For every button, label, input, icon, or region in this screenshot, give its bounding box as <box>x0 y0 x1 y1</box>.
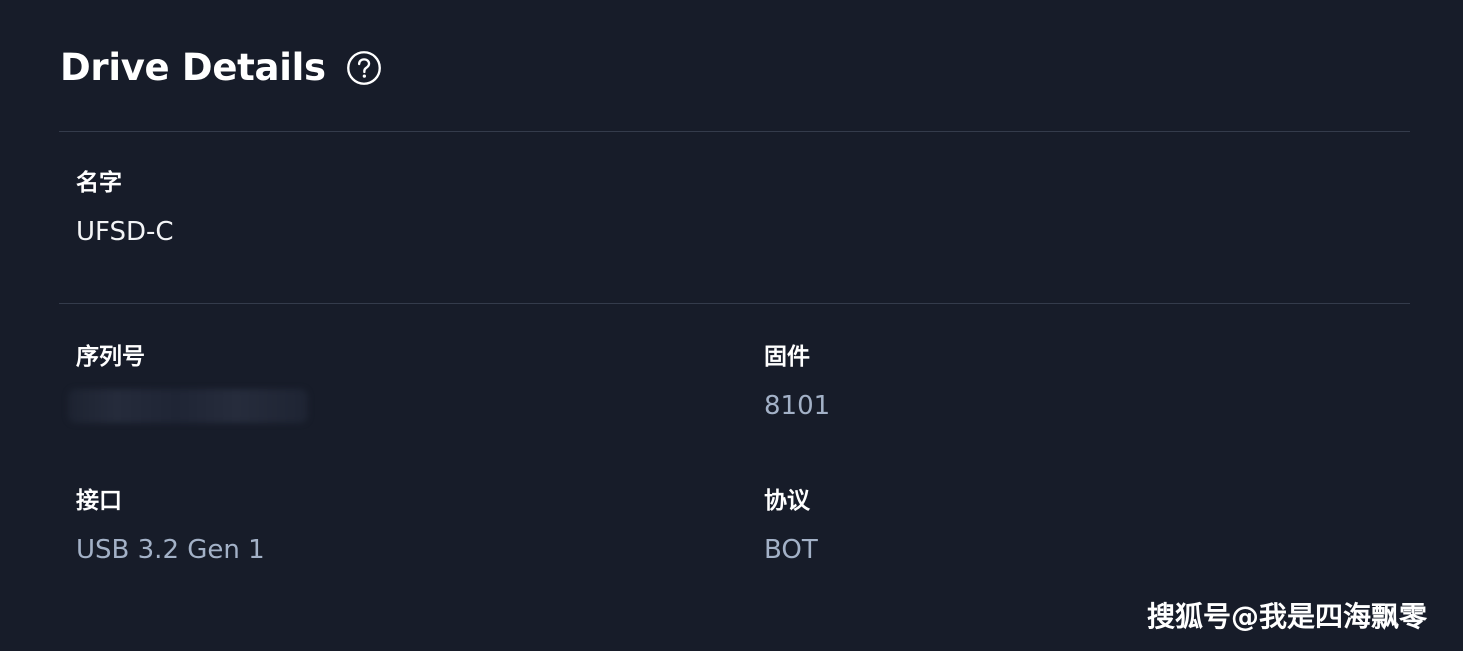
firmware-value: 8101 <box>764 391 831 421</box>
question-circle-icon <box>346 51 381 85</box>
interface-value: USB 3.2 Gen 1 <box>76 535 265 565</box>
name-label: 名字 <box>76 170 122 196</box>
protocol-value: BOT <box>764 535 818 565</box>
serial-number-label: 序列号 <box>76 344 145 370</box>
page-title: Drive Details <box>60 46 326 89</box>
watermark-text: 搜狐号@我是四海飘零 <box>1146 600 1427 633</box>
protocol-field: 协议 BOT <box>764 484 818 567</box>
name-value: UFSD-C <box>76 217 174 247</box>
protocol-label: 协议 <box>764 488 810 514</box>
serial-number-field: 序列号 <box>68 340 308 423</box>
panel-header: Drive Details <box>60 42 382 94</box>
firmware-field: 固件 8101 <box>764 340 830 423</box>
interface-field: 接口 USB 3.2 Gen 1 <box>76 484 265 567</box>
help-button[interactable] <box>346 50 382 86</box>
drive-details-panel: Drive Details 名字 UFSD-C 序列号 固件 8101 接口 U… <box>0 0 1463 651</box>
section-divider <box>59 303 1410 304</box>
serial-number-value-blurred <box>68 389 308 423</box>
name-field: 名字 UFSD-C <box>76 166 174 249</box>
firmware-label: 固件 <box>764 344 810 370</box>
interface-label: 接口 <box>76 488 122 514</box>
header-divider <box>59 131 1410 132</box>
